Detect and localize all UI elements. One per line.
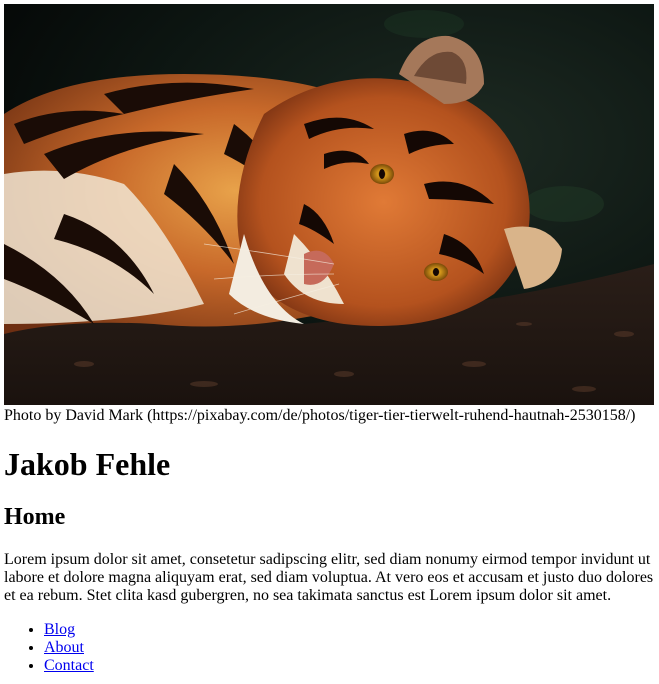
nav-item: Blog xyxy=(44,621,654,639)
page-title: Home xyxy=(4,504,66,530)
photo-caption: Photo by David Mark (https://pixabay.com… xyxy=(4,407,636,424)
page: Photo by David Mark (https://pixabay.com… xyxy=(4,4,654,675)
nav-link-contact[interactable]: Contact xyxy=(44,657,94,674)
nav-item: About xyxy=(44,639,654,657)
nav-list: Blog About Contact xyxy=(4,621,654,675)
site-title: Jakob Fehle xyxy=(4,446,171,482)
nav-link-blog[interactable]: Blog xyxy=(44,621,75,638)
nav-item: Contact xyxy=(44,657,654,675)
hero-image xyxy=(4,4,654,405)
body-text: Lorem ipsum dolor sit amet, consetetur s… xyxy=(4,551,654,604)
tiger-photo xyxy=(4,4,654,405)
nav-link-about[interactable]: About xyxy=(44,639,84,656)
